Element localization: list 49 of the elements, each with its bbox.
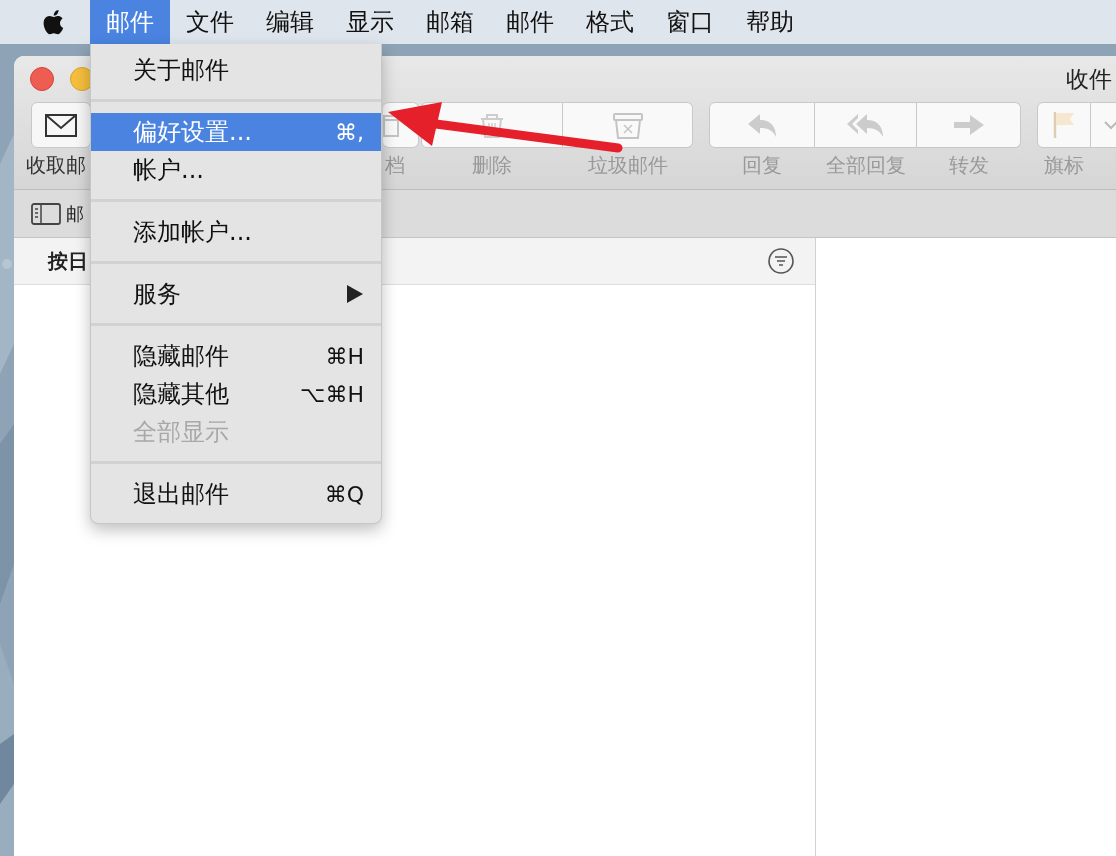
menu-item-label: 隐藏其他	[133, 379, 229, 410]
menu-item-label: 帐户...	[133, 155, 204, 186]
sort-label[interactable]: 按日	[48, 247, 88, 275]
toolbar-label: 删除	[472, 152, 512, 179]
toolbar-button[interactable]	[31, 102, 91, 148]
menu-item[interactable]: 关于邮件	[91, 51, 381, 89]
menu-bar-item[interactable]: 格式	[570, 0, 650, 44]
menu-bar-item[interactable]: 显示	[330, 0, 410, 44]
shortcut-label: ⌘Q	[324, 481, 364, 507]
filter-icon[interactable]	[767, 247, 795, 275]
menu-item-label: 退出邮件	[133, 479, 229, 510]
menu-item[interactable]: 偏好设置... ⌘,	[91, 113, 381, 151]
menu-item[interactable]: 隐藏邮件 ⌘H	[91, 337, 381, 375]
toolbar-label: 全部回复	[826, 152, 906, 179]
toolbar-label: 收取邮	[26, 152, 86, 179]
window-title: 收件	[1066, 64, 1112, 94]
menu-bar-item[interactable]: 邮箱	[410, 0, 490, 44]
toolbar-label: 垃圾邮件	[588, 152, 668, 179]
shortcut-label: ⌥⌘H	[300, 381, 364, 407]
shortcut-label: ⌘H	[325, 343, 364, 369]
menu-bar-item[interactable]: 窗口	[650, 0, 730, 44]
menu-item[interactable]: 帐户...	[91, 151, 381, 189]
menu-bar-item[interactable]: 帮助	[730, 0, 810, 44]
toolbar-label: 回复	[742, 152, 782, 179]
reply-all-icon	[845, 111, 886, 139]
menu-item[interactable]: 服务	[91, 275, 381, 313]
menu-item-label: 添加帐户...	[133, 217, 252, 248]
menu-item-label: 隐藏邮件	[133, 341, 229, 372]
mailboxes-button[interactable]: 邮	[66, 201, 84, 226]
menu-item-label: 全部显示	[133, 417, 229, 448]
sidebar-icon	[30, 200, 62, 227]
close-button[interactable]	[30, 67, 54, 91]
toolbar-label: 转发	[949, 152, 989, 179]
menu-bar-item[interactable]: 文件	[170, 0, 250, 44]
chevron-down-icon	[1102, 118, 1116, 132]
flag-icon	[1052, 110, 1076, 140]
menu-item-label: 服务	[133, 279, 181, 310]
menu-item[interactable]: 退出邮件 ⌘Q	[91, 475, 381, 513]
menu-item-label: 关于邮件	[133, 55, 229, 86]
toolbar-label: 旗标	[1044, 152, 1084, 179]
submenu-arrow-icon	[346, 284, 364, 304]
menu-item[interactable]: 隐藏其他 ⌥⌘H	[91, 375, 381, 413]
menu-bar-item[interactable]: 邮件	[490, 0, 570, 44]
menu-item-label: 偏好设置...	[133, 117, 252, 148]
toolbar-label: 档	[385, 152, 405, 179]
menu-bar-item[interactable]: 编辑	[250, 0, 330, 44]
menu-bar-item[interactable]: 邮件	[90, 0, 170, 44]
shortcut-label: ⌘,	[335, 119, 364, 145]
menu-item[interactable]: 添加帐户...	[91, 213, 381, 251]
